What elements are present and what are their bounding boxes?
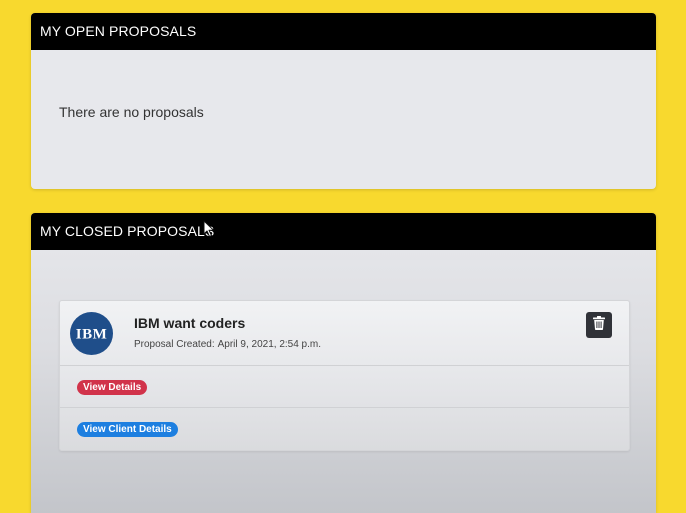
view-details-row: View Details bbox=[60, 366, 629, 408]
proposal-created-date: April 9, 2021, 2:54 p.m. bbox=[217, 339, 322, 350]
view-details-button[interactable]: View Details bbox=[77, 380, 148, 395]
closed-proposals-header: MY CLOSED PROPOSALS bbox=[31, 213, 656, 250]
trash-icon bbox=[593, 315, 605, 335]
proposal-title: IBM want coders bbox=[134, 315, 246, 331]
view-client-details-button[interactable]: View Client Details bbox=[77, 422, 178, 437]
proposal-created-label: Proposal Created: bbox=[134, 339, 215, 350]
view-client-details-row: View Client Details bbox=[60, 408, 629, 449]
closed-proposals-panel: MY CLOSED PROPOSALS IBM IBM want coders … bbox=[31, 213, 656, 513]
mouse-pointer-icon bbox=[203, 220, 215, 238]
empty-proposals-message: There are no proposals bbox=[59, 104, 204, 120]
proposal-card-header: IBM IBM want coders Proposal Created: Apr… bbox=[60, 301, 629, 366]
proposal-card: IBM IBM want coders Proposal Created: Apr… bbox=[59, 300, 630, 451]
open-proposals-panel: MY OPEN PROPOSALS There are no proposals bbox=[31, 13, 656, 189]
open-proposals-header: MY OPEN PROPOSALS bbox=[31, 13, 656, 50]
proposal-created-info: Proposal Created: April 9, 2021, 2:54 p.m… bbox=[134, 339, 321, 350]
ibm-logo: IBM bbox=[70, 312, 113, 355]
delete-proposal-button[interactable] bbox=[586, 312, 612, 338]
